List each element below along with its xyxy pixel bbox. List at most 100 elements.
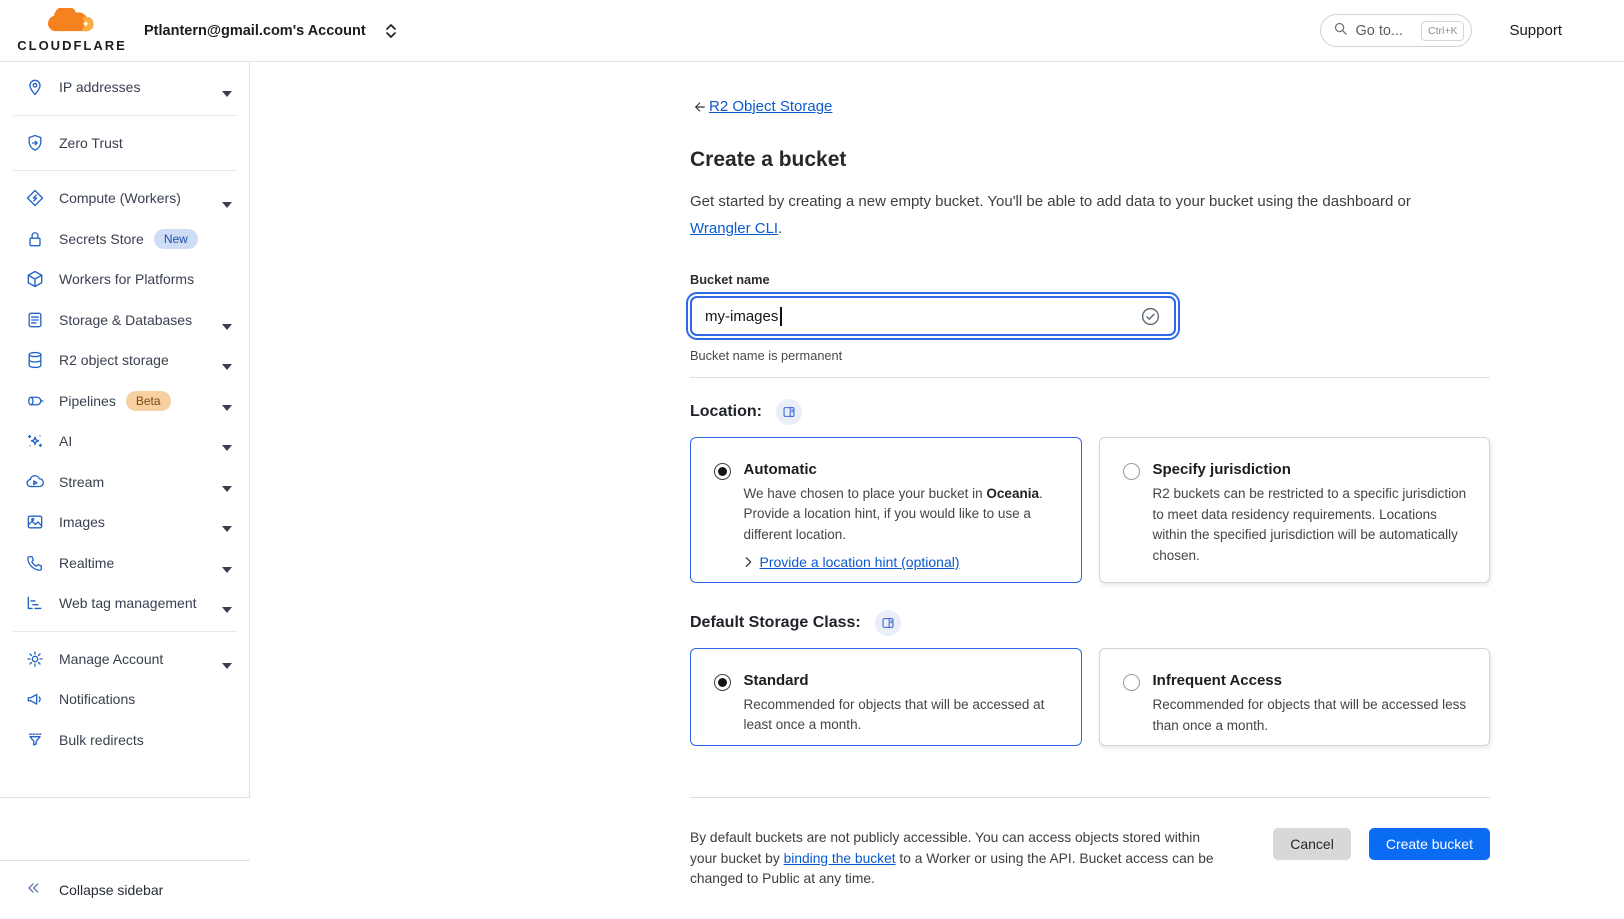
cube-icon	[24, 268, 46, 290]
back-arrow-icon	[690, 99, 708, 115]
standard-description: Recommended for objects that will be acc…	[744, 695, 1068, 736]
footer-divider	[690, 797, 1490, 798]
radio-infrequent-access[interactable]	[1123, 674, 1140, 691]
account-switcher[interactable]: Ptlantern@gmail.com's Account	[144, 22, 399, 40]
chevron-down-icon	[222, 479, 232, 497]
chevron-down-icon	[222, 317, 232, 335]
sidebar-item-stream[interactable]: Stream	[0, 462, 249, 503]
sidebar-item-realtime[interactable]: Realtime	[0, 543, 249, 584]
chevron-down-icon	[222, 600, 232, 618]
tag-lines-icon	[24, 592, 46, 614]
section-divider	[690, 377, 1490, 378]
automatic-title: Automatic	[744, 461, 1068, 478]
bucket-name-input[interactable]: my-images	[690, 296, 1176, 336]
picture-icon	[24, 511, 46, 533]
top-header: CLOUDFLARE Ptlantern@gmail.com's Account…	[0, 0, 1624, 62]
sidebar-item-compute-workers[interactable]: Compute (Workers)	[0, 178, 249, 219]
bucket-name-value: my-images	[705, 308, 778, 325]
sidebar-item-web-tag-management[interactable]: Web tag management	[0, 583, 249, 624]
chevron-down-icon	[222, 84, 232, 102]
shield-arrow-icon	[24, 132, 46, 154]
cancel-button[interactable]: Cancel	[1273, 828, 1351, 860]
sidebar-divider	[13, 631, 237, 632]
account-name: Ptlantern@gmail.com's Account	[144, 23, 366, 39]
sidebar-nav: IP addresses Zero Trust Compute (Workers…	[0, 62, 250, 798]
location-hint-toggle[interactable]: Provide a location hint (optional)	[744, 554, 960, 570]
text-cursor	[780, 307, 782, 326]
jurisdiction-title: Specify jurisdiction	[1153, 461, 1476, 478]
sidebar-item-manage-account[interactable]: Manage Account	[0, 639, 249, 680]
collapse-sidebar-button[interactable]: Collapse sidebar	[0, 860, 250, 919]
sidebar-item-ip-addresses[interactable]: IP addresses	[0, 67, 249, 108]
sidebar-divider	[13, 170, 237, 171]
sidebar-item-pipelines[interactable]: Pipelines Beta	[0, 381, 249, 422]
storage-class-option-standard[interactable]: Standard Recommended for objects that wi…	[690, 648, 1082, 746]
cylinder-icon	[24, 349, 46, 371]
radio-standard[interactable]	[714, 674, 731, 691]
pipeline-icon	[24, 390, 46, 412]
gear-icon	[24, 648, 46, 670]
automatic-description: We have chosen to place your bucket in O…	[744, 484, 1068, 546]
beta-badge: Beta	[126, 391, 171, 411]
sidebar-item-r2-object-storage[interactable]: R2 object storage	[0, 340, 249, 381]
location-option-specify-jurisdiction[interactable]: Specify jurisdiction R2 buckets can be r…	[1099, 437, 1491, 583]
infrequent-access-description: Recommended for objects that will be acc…	[1153, 695, 1476, 736]
radio-automatic[interactable]	[714, 463, 731, 480]
sidebar-item-storage-databases[interactable]: Storage & Databases	[0, 300, 249, 341]
support-menu[interactable]: Support	[1509, 22, 1562, 39]
create-bucket-button[interactable]: Create bucket	[1369, 828, 1490, 860]
chevron-down-icon	[222, 195, 232, 213]
location-option-automatic[interactable]: Automatic We have chosen to place your b…	[690, 437, 1082, 583]
sidebar-item-ai[interactable]: AI	[0, 421, 249, 462]
search-placeholder: Go to...	[1355, 23, 1403, 39]
main-panel: R2 Object Storage Create a bucket Get st…	[250, 62, 1624, 919]
back-link-r2-object-storage[interactable]: R2 Object Storage	[690, 98, 832, 115]
jurisdiction-description: R2 buckets can be restricted to a specif…	[1153, 484, 1476, 566]
megaphone-icon	[24, 688, 46, 710]
sidebar-item-zero-trust[interactable]: Zero Trust	[0, 123, 249, 164]
wrangler-cli-link[interactable]: Wrangler CLI	[690, 220, 778, 237]
chevron-down-icon	[222, 656, 232, 674]
radio-specify-jurisdiction[interactable]	[1123, 463, 1140, 480]
database-panel-icon	[24, 309, 46, 331]
location-help-button[interactable]	[776, 399, 802, 425]
sidebar-item-workers-for-platforms[interactable]: Workers for Platforms	[0, 259, 249, 300]
standard-title: Standard	[744, 672, 1068, 689]
sidebar: IP addresses Zero Trust Compute (Workers…	[0, 62, 250, 919]
check-circle-icon	[1140, 306, 1161, 327]
sparkles-icon	[24, 430, 46, 452]
chevron-down-icon	[222, 357, 232, 375]
location-section-label: Location:	[690, 403, 762, 421]
sidebar-item-bulk-redirects[interactable]: Bulk redirects	[0, 720, 249, 761]
cloudflare-wordmark: CLOUDFLARE	[17, 38, 127, 53]
unfold-chevrons-icon	[383, 22, 399, 40]
cloudflare-cloud-icon	[43, 8, 101, 40]
sidebar-item-notifications[interactable]: Notifications	[0, 679, 249, 720]
sidebar-item-secrets-store[interactable]: Secrets Store New	[0, 219, 249, 260]
lock-icon	[24, 228, 46, 250]
bucket-name-label: Bucket name	[690, 272, 1490, 287]
storage-class-section-label: Default Storage Class:	[690, 614, 861, 632]
global-search[interactable]: Go to... Ctrl+K	[1320, 14, 1472, 47]
sidebar-item-images[interactable]: Images	[0, 502, 249, 543]
page-title: Create a bucket	[690, 148, 1490, 172]
double-chevron-left-icon	[24, 880, 42, 901]
storage-class-help-button[interactable]	[875, 610, 901, 636]
storage-class-option-infrequent-access[interactable]: Infrequent Access Recommended for object…	[1099, 648, 1491, 746]
keyboard-shortcut-badge: Ctrl+K	[1421, 21, 1464, 41]
code-diamond-icon	[24, 187, 46, 209]
binding-the-bucket-link[interactable]: binding the bucket	[784, 851, 896, 866]
chevron-down-icon	[222, 519, 232, 537]
intro-text: Get started by creating a new empty buck…	[690, 188, 1465, 242]
sidebar-divider	[13, 115, 237, 116]
phone-icon	[24, 552, 46, 574]
access-note-text: By default buckets are not publicly acce…	[690, 828, 1218, 890]
cloudflare-logo[interactable]: CLOUDFLARE	[24, 8, 120, 53]
location-pin-icon	[24, 76, 46, 98]
chevron-right-icon	[744, 556, 753, 568]
infrequent-access-title: Infrequent Access	[1153, 672, 1476, 689]
chevron-down-icon	[222, 398, 232, 416]
bucket-name-helper: Bucket name is permanent	[690, 348, 1490, 363]
chevron-down-icon	[222, 560, 232, 578]
new-badge: New	[154, 229, 198, 249]
